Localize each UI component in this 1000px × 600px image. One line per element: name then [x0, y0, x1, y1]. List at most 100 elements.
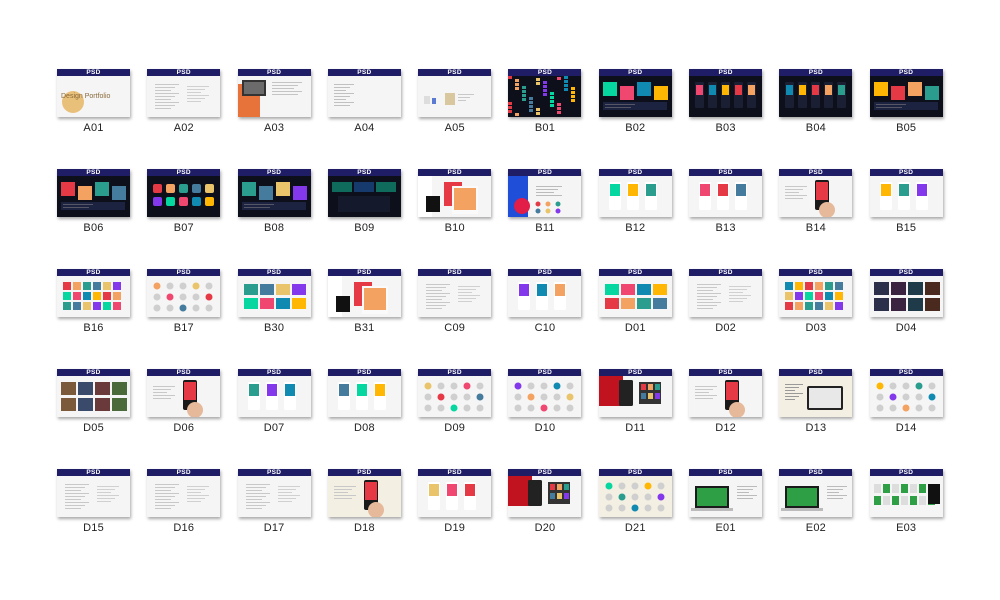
preview-shape [243, 284, 258, 295]
preview-shape [241, 182, 256, 196]
template-thumbnail-d04[interactable]: PSD D04 [869, 269, 943, 369]
preview-shape [61, 182, 75, 196]
preview-shape [364, 482, 377, 500]
template-thumbnail-b31[interactable]: PSD B31 [327, 269, 401, 369]
template-thumbnail-d19[interactable]: PSD D19 [418, 469, 492, 569]
preview-shape [529, 97, 534, 100]
preview-shape [898, 184, 909, 196]
preview-shape [553, 382, 561, 390]
template-thumbnail-a02[interactable]: PSD A02 [147, 69, 221, 169]
template-thumbnail-d15[interactable]: PSD D15 [57, 469, 130, 569]
template-thumbnail-d20[interactable]: PSD D20 [508, 469, 582, 569]
thumbnail-image: PSD [508, 69, 582, 117]
template-thumbnail-d18[interactable]: PSD D18 [327, 469, 401, 569]
template-thumbnail-d09[interactable]: PSD D09 [418, 369, 492, 469]
thumbnail-label: D10 [534, 422, 556, 434]
preview-shape [873, 282, 889, 295]
template-thumbnail-d13[interactable]: PSD D13 [779, 369, 853, 469]
preview-shape [155, 93, 180, 94]
template-thumbnail-b03[interactable]: PSD B03 [689, 69, 763, 169]
preview-shape [697, 299, 714, 300]
thumbnail-image: PSD [869, 69, 943, 117]
template-thumbnail-e03[interactable]: PSD E03 [869, 469, 943, 569]
preview-shape [555, 284, 566, 296]
preview-shape [815, 292, 824, 300]
preview-shape [205, 304, 213, 312]
preview-shape [805, 292, 814, 300]
thumbnail-label: B13 [715, 222, 736, 234]
preview-shape [205, 184, 215, 193]
template-thumbnail-a01[interactable]: PSD Design Portfolio A01 [57, 69, 130, 169]
preview-shape [153, 282, 161, 290]
thumbnail-grid: PSD Design Portfolio A01 PSD A02 PSD A03… [57, 69, 943, 569]
thumbnail-image: PSD [779, 169, 853, 217]
thumbnail-label: D02 [715, 322, 736, 334]
template-thumbnail-b02[interactable]: PSD B02 [598, 69, 672, 169]
template-thumbnail-d07[interactable]: PSD D07 [237, 369, 311, 469]
psd-badge: PSD [418, 469, 492, 476]
preview-shape [928, 404, 936, 412]
template-thumbnail-b13[interactable]: PSD B13 [689, 169, 763, 269]
preview-shape [543, 85, 548, 88]
template-thumbnail-c09[interactable]: PSD C09 [418, 269, 492, 369]
template-thumbnail-b16[interactable]: PSD B16 [57, 269, 130, 369]
template-thumbnail-d17[interactable]: PSD D17 [237, 469, 311, 569]
preview-shape [179, 304, 187, 312]
preview-shape [640, 384, 646, 390]
template-thumbnail-d06[interactable]: PSD D06 [147, 369, 221, 469]
preview-shape [545, 201, 551, 207]
template-thumbnail-a03[interactable]: PSD A03 [237, 69, 311, 169]
template-thumbnail-b10[interactable]: PSD B10 [418, 169, 492, 269]
template-thumbnail-b30[interactable]: PSD B30 [237, 269, 311, 369]
template-thumbnail-d02[interactable]: PSD D02 [689, 269, 763, 369]
template-thumbnail-d21[interactable]: PSD D21 [598, 469, 672, 569]
template-thumbnail-b06[interactable]: PSD B06 [57, 169, 130, 269]
template-thumbnail-b17[interactable]: PSD B17 [147, 269, 221, 369]
template-thumbnail-b08[interactable]: PSD B08 [237, 169, 311, 269]
preview-shape [540, 393, 548, 401]
preview-shape [166, 282, 174, 290]
preview-shape [63, 207, 89, 208]
template-thumbnail-b12[interactable]: PSD B12 [598, 169, 672, 269]
template-thumbnail-b07[interactable]: PSD B07 [147, 169, 221, 269]
template-thumbnail-a04[interactable]: PSD A04 [327, 69, 401, 169]
template-thumbnail-d14[interactable]: PSD D14 [869, 369, 943, 469]
thumbnail-label: E03 [896, 522, 917, 534]
template-thumbnail-a05[interactable]: PSD A05 [418, 69, 492, 169]
template-thumbnail-b11[interactable]: PSD B11 [508, 169, 582, 269]
template-thumbnail-d01[interactable]: PSD D01 [598, 269, 672, 369]
thumbnail-label: D08 [354, 422, 375, 434]
preview-shape [890, 86, 905, 100]
template-thumbnail-d11[interactable]: PSD D11 [598, 369, 672, 469]
template-thumbnail-d16[interactable]: PSD D16 [147, 469, 221, 569]
preview-shape [927, 484, 940, 504]
template-thumbnail-d05[interactable]: PSD D05 [57, 369, 130, 469]
template-thumbnail-b15[interactable]: PSD B15 [869, 169, 943, 269]
template-thumbnail-d08[interactable]: PSD D08 [327, 369, 401, 469]
thumbnail-image: PSD [508, 269, 582, 317]
thumbnail-image: PSD [147, 269, 221, 317]
preview-shape [432, 98, 437, 104]
psd-badge: PSD [598, 269, 672, 276]
preview-shape [835, 302, 844, 310]
preview-shape [653, 86, 668, 100]
template-thumbnail-b04[interactable]: PSD B04 [779, 69, 853, 169]
thumbnail-preview [869, 376, 943, 417]
thumbnail-image: PSD [779, 69, 853, 117]
template-thumbnail-d10[interactable]: PSD D10 [508, 369, 582, 469]
template-thumbnail-e02[interactable]: PSD E02 [779, 469, 853, 569]
preview-shape [155, 493, 180, 494]
template-thumbnail-b05[interactable]: PSD B05 [869, 69, 943, 169]
preview-shape [781, 508, 824, 511]
template-thumbnail-b09[interactable]: PSD B09 [327, 169, 401, 269]
template-thumbnail-b01[interactable]: PSD B01 [508, 69, 582, 169]
template-thumbnail-d12[interactable]: PSD D12 [689, 369, 763, 469]
preview-shape [827, 489, 844, 490]
template-thumbnail-c10[interactable]: PSD C10 [508, 269, 582, 369]
preview-shape [737, 498, 754, 499]
template-thumbnail-b14[interactable]: PSD B14 [779, 169, 853, 269]
thumbnail-preview [57, 276, 130, 317]
template-thumbnail-e01[interactable]: PSD E01 [689, 469, 763, 569]
template-thumbnail-d03[interactable]: PSD D03 [779, 269, 853, 369]
thumbnail-preview [779, 476, 853, 517]
